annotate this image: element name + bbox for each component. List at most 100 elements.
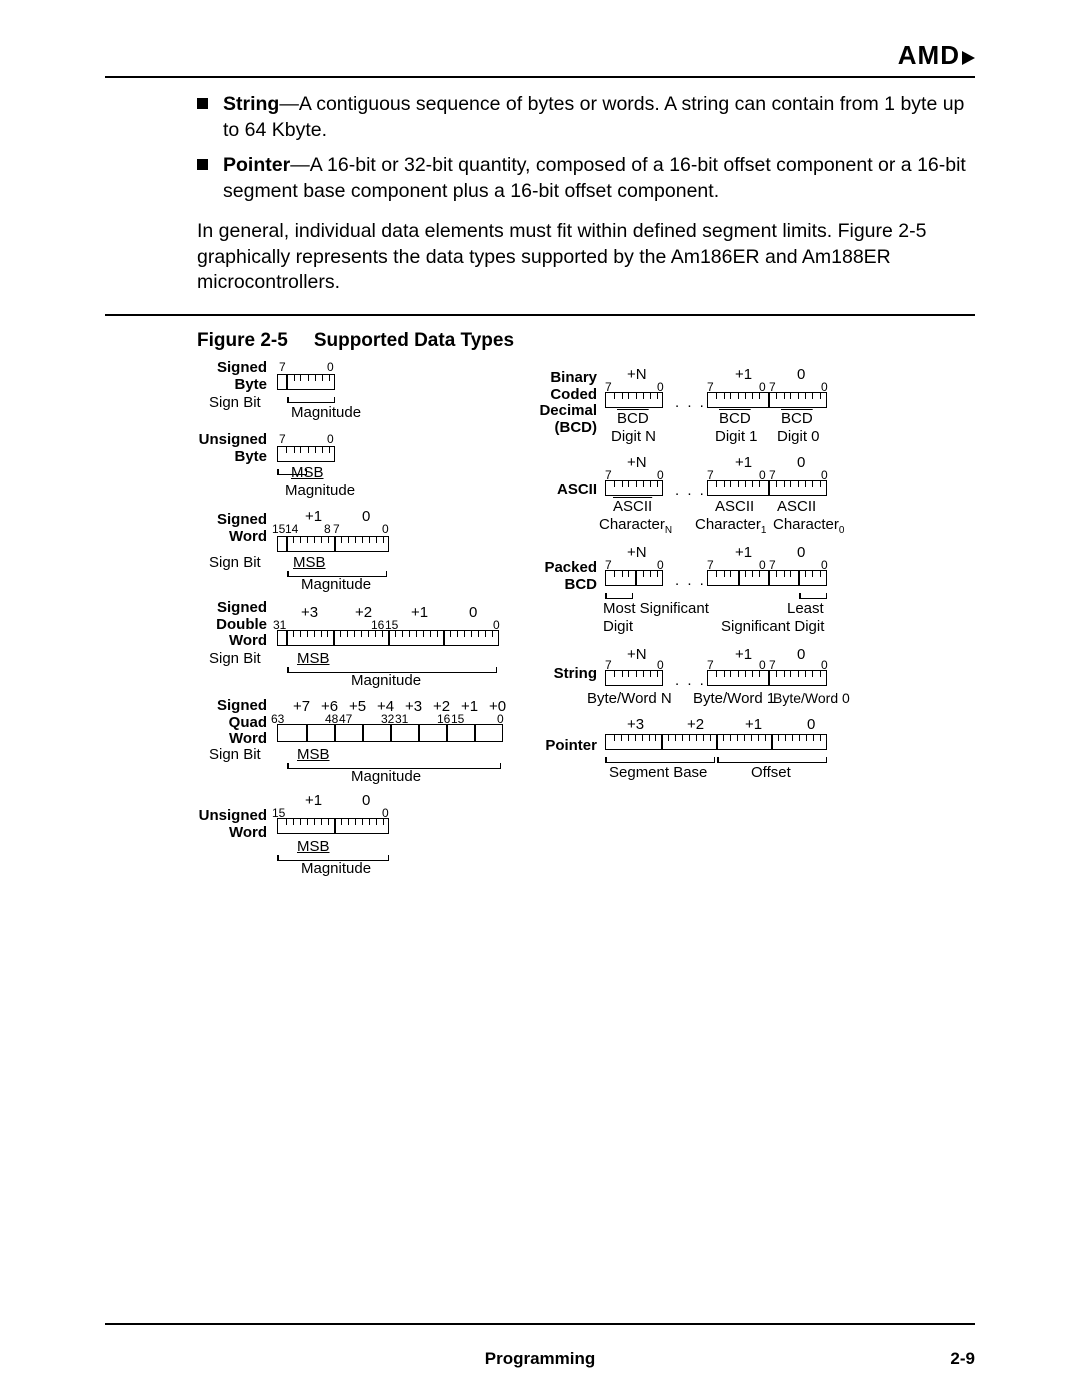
txt-mag-sd: Magnitude	[351, 672, 421, 689]
txt-msd2: Digit	[603, 618, 633, 635]
txt-msb-uw: MSB	[297, 838, 330, 855]
txt-signbit-sd: Sign Bit	[209, 650, 261, 667]
bit-7-ub: 7	[279, 432, 286, 446]
d-bcd-n: Digit N	[611, 428, 656, 445]
top-0-str: 0	[797, 646, 805, 663]
bit-15-sw: 15	[272, 522, 285, 536]
txt-msb-sq: MSB	[297, 746, 330, 763]
bit-7: 7	[279, 360, 286, 374]
txt-mag-sq: Magnitude	[351, 768, 421, 785]
txt-mag-uw: Magnitude	[301, 860, 371, 877]
brace-sb	[287, 396, 335, 403]
txt-signbit-sb: Sign Bit	[209, 394, 261, 411]
brace-pbcd-lsd	[799, 592, 827, 599]
txt-msb-sd: MSB	[297, 650, 330, 667]
top-pN-str: +N	[627, 646, 647, 663]
d-bcd-1: Digit 1	[715, 428, 758, 445]
top-p1-str: +1	[735, 646, 752, 663]
txt-msb-sw: MSB	[293, 554, 326, 571]
top-pN-ascii: +N	[627, 454, 647, 471]
top-p1-pbcd: +1	[735, 544, 752, 561]
txt-lsd2: Significant Digit	[721, 618, 824, 635]
dots-pbcd: . . .	[675, 572, 706, 589]
strip-ascii-10	[707, 480, 827, 496]
txt-signbit-sw: Sign Bit	[209, 554, 261, 571]
txt-mag-sw: Magnitude	[301, 576, 371, 593]
top-0-sd: 0	[469, 604, 477, 621]
lbl-signed-dword: SignedDoubleWord	[177, 600, 267, 650]
lbl-unsigned-word: UnsignedWord	[177, 808, 267, 841]
top-p1-uw: +1	[305, 792, 322, 809]
u-str-0: Byte/Word 0	[773, 690, 850, 706]
strip-signed-dword	[277, 630, 499, 646]
bit-0: 0	[327, 360, 334, 374]
top-pN-bcd: +N	[627, 366, 647, 383]
bit-0-sw: 0	[382, 522, 389, 536]
u-ascii-n: ASCII	[613, 498, 652, 515]
txt-mag-ub: Magnitude	[285, 482, 355, 499]
top-p1-sd: +1	[411, 604, 428, 621]
figure-caption: Figure 2-5Supported Data Types	[197, 330, 975, 352]
brace-ptr-off	[717, 756, 827, 763]
top-0-pbcd: 0	[797, 544, 805, 561]
lbl-unsigned-byte: UnsignedByte	[177, 432, 267, 465]
footer-rule	[105, 1323, 975, 1325]
footer-page: 2-9	[950, 1349, 975, 1369]
header-rule	[105, 76, 975, 78]
top-0-bcd: 0	[797, 366, 805, 383]
brace-ptr-seg	[605, 756, 715, 763]
strip-unsigned-byte	[277, 446, 335, 462]
top-0-ascii: 0	[797, 454, 805, 471]
top-p7-sq: +7	[293, 698, 310, 715]
lbl-pointer: Pointer	[517, 738, 597, 755]
strip-signed-word	[277, 536, 389, 552]
u-bcd-1: BCD	[719, 410, 751, 427]
strip-bcd-10	[707, 392, 827, 408]
top-p3-ptr: +3	[627, 716, 644, 733]
lbl-pbcd: PackedBCD	[517, 560, 597, 593]
top-p2-ptr: +2	[687, 716, 704, 733]
strip-signed-qword	[277, 724, 503, 742]
strip-bcd-n	[605, 392, 663, 408]
u-bcd-0: BCD	[781, 410, 813, 427]
intro-paragraph: In general, individual data elements mus…	[197, 219, 975, 296]
bit-7-sw: 7	[333, 522, 340, 536]
u-ascii-0: ASCII	[777, 498, 816, 515]
txt-lsd: Least	[787, 600, 824, 617]
top-p2-sd: +2	[355, 604, 372, 621]
figure-2-5-diagram: SignedByte 7 0 Sign Bit Magnitude Unsign…	[197, 360, 975, 920]
strip-pointer	[605, 734, 827, 750]
top-p1-bcd: +1	[735, 366, 752, 383]
strip-pbcd-10	[707, 570, 827, 586]
lbl-signed-byte: SignedByte	[177, 360, 267, 393]
top-p1-ascii: +1	[735, 454, 752, 471]
top-p3-sd: +3	[301, 604, 318, 621]
dots-str: . . .	[675, 672, 706, 689]
strip-ascii-n	[605, 480, 663, 496]
top-0-uw: 0	[362, 792, 370, 809]
d-ascii-n: CharacterN	[599, 516, 672, 536]
u-ascii-1: ASCII	[715, 498, 754, 515]
txt-ptr-off: Offset	[751, 764, 791, 781]
bit-14-sw: 14	[285, 522, 298, 536]
strip-str-n	[605, 670, 663, 686]
top-p1-sw: +1	[305, 508, 322, 525]
txt-ptr-seg: Segment Base	[609, 764, 707, 781]
top-p1-ptr: +1	[745, 716, 762, 733]
d-ascii-1: Character1	[695, 516, 766, 536]
top-0-ptr: 0	[807, 716, 815, 733]
brand-logo: AMD	[898, 40, 975, 71]
txt-mag-sb: Magnitude	[291, 404, 361, 421]
u-bcd-n: BCD	[617, 410, 649, 427]
u-str-1: Byte/Word 1	[693, 690, 775, 707]
dots-ascii: . . .	[675, 482, 706, 499]
bit-8-sw: 8	[324, 522, 331, 536]
txt-msd: Most Significant	[603, 600, 709, 617]
lbl-signed-word: SignedWord	[177, 512, 267, 545]
lbl-signed-qword: SignedQuadWord	[177, 698, 267, 748]
footer-title: Programming	[485, 1349, 596, 1369]
strip-pbcd-n	[605, 570, 663, 586]
top-pN-pbcd: +N	[627, 544, 647, 561]
top-0-sw: 0	[362, 508, 370, 525]
bullet-pointer: Pointer—A 16-bit or 32-bit quantity, com…	[197, 153, 975, 204]
